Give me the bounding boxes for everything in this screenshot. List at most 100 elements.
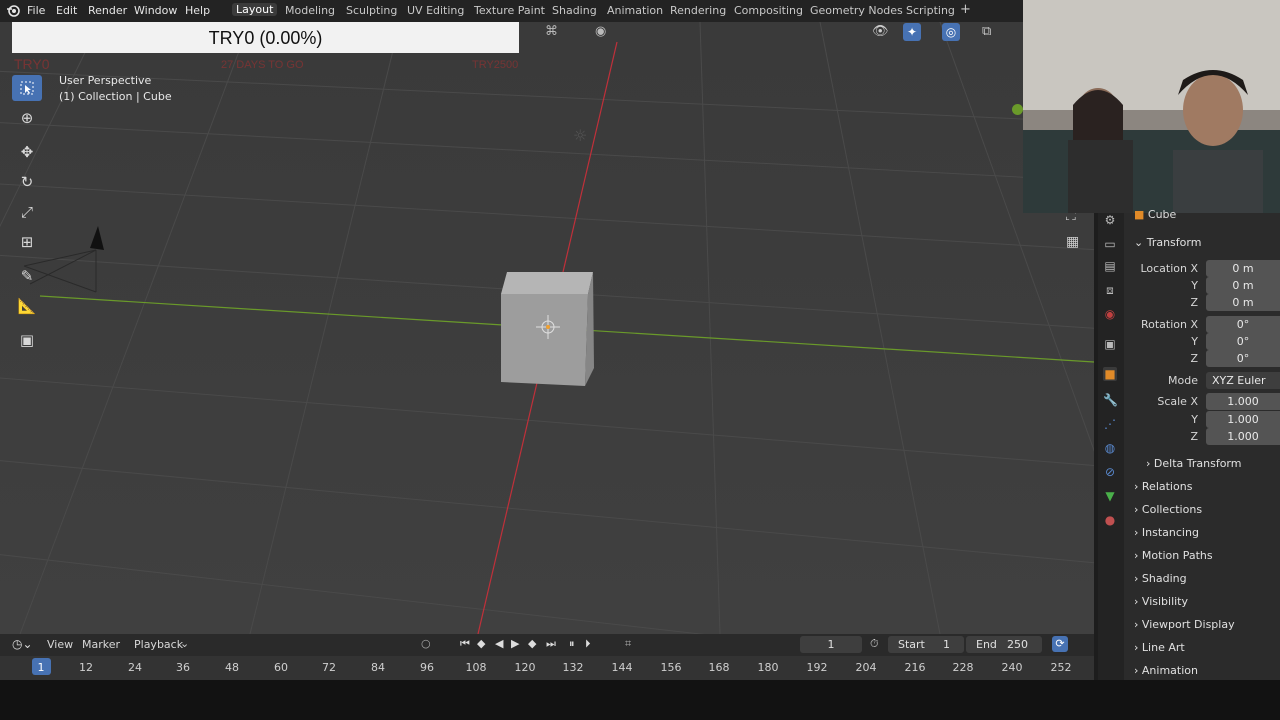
collections-header[interactable]: › Collections	[1134, 503, 1202, 516]
timeline-marker-menu[interactable]: Marker	[82, 638, 120, 651]
shading-header[interactable]: › Shading	[1134, 572, 1187, 585]
location-z-field[interactable]: 0 m	[1206, 294, 1280, 311]
add-cube-tool[interactable]: ▣	[12, 327, 42, 353]
object-name-field[interactable]: ■ Cube	[1134, 208, 1176, 221]
view-layer-tab-icon[interactable]: ⧈	[1103, 283, 1117, 297]
snap-icon[interactable]: ⌘	[545, 24, 558, 39]
timeline-view-menu[interactable]: View	[47, 638, 73, 651]
timeline-tick-label: 48	[225, 661, 239, 674]
3d-viewport[interactable]: ☼ User Perspective (1) Collection | Cube…	[0, 22, 1094, 634]
cursor-tool[interactable]: ⊕	[12, 105, 42, 131]
scale-tool[interactable]: ⤢	[12, 199, 42, 225]
output-tab-icon[interactable]: ▤	[1103, 259, 1117, 273]
add-workspace-button[interactable]: +	[960, 2, 971, 17]
transform-icon: ⊞	[20, 233, 34, 251]
tab-sculpting[interactable]: Sculpting	[346, 4, 397, 17]
constraints-tab-icon[interactable]: ⊘	[1103, 465, 1117, 479]
next-keyframe-icon[interactable]: ◆	[528, 637, 536, 650]
chevron-right-icon: ›	[1134, 480, 1142, 493]
tab-shading[interactable]: Shading	[552, 4, 597, 17]
move-tool[interactable]: ✥	[12, 139, 42, 165]
tab-layout[interactable]: Layout	[232, 3, 278, 16]
rotate-tool[interactable]: ↻	[12, 169, 42, 195]
keying-set-icon[interactable]: ⌗	[625, 637, 631, 651]
transform-panel-header[interactable]: ⌄ Transform	[1134, 236, 1201, 249]
ortho-toggle-icon[interactable]: ▦	[1066, 234, 1079, 250]
nav-gizmo-dot[interactable]	[1012, 104, 1023, 115]
prev-keyframe-icon[interactable]: ◆	[477, 637, 485, 650]
preview-range-icon[interactable]: ⏱	[870, 637, 879, 651]
menu-file[interactable]: File	[27, 4, 45, 17]
stream-banner: TRY0 (0.00%)	[12, 22, 519, 53]
motion-paths-header[interactable]: › Motion Paths	[1134, 549, 1213, 562]
physics-tab-icon[interactable]: ◍	[1103, 441, 1117, 455]
current-frame-field[interactable]: 1	[800, 636, 862, 653]
measure-tool[interactable]: 📐	[12, 293, 42, 319]
particles-tab-icon[interactable]: ⋰	[1103, 417, 1117, 431]
rotation-z-field[interactable]: 0°	[1206, 350, 1280, 367]
visibility-icon[interactable]: 👁	[872, 24, 889, 39]
menu-render[interactable]: Render	[88, 4, 127, 17]
menu-help[interactable]: Help	[185, 4, 210, 17]
scale-y-field[interactable]: 1.000	[1206, 411, 1280, 428]
timeline-scrubber[interactable]	[0, 656, 1094, 680]
line-art-header[interactable]: › Line Art	[1134, 641, 1185, 654]
material-tab-icon[interactable]: ●	[1103, 513, 1117, 527]
overlays-toggle-icon[interactable]: ◎	[942, 23, 960, 41]
tool-tab-icon[interactable]: ⚙	[1103, 213, 1117, 227]
scale-x-field[interactable]: 1.000	[1206, 393, 1280, 410]
select-box-tool[interactable]	[12, 75, 42, 101]
instancing-header[interactable]: › Instancing	[1134, 526, 1199, 539]
tab-animation[interactable]: Animation	[607, 4, 663, 17]
proportional-edit-icon[interactable]: ◉	[595, 24, 606, 39]
gizmo-toggle-icon[interactable]: ✦	[903, 23, 921, 41]
delta-transform-header[interactable]: › Delta Transform	[1146, 457, 1241, 470]
location-x-field[interactable]: 0 m	[1206, 260, 1280, 277]
auto-keying-icon[interactable]: ○	[421, 637, 431, 650]
rotation-x-field[interactable]: 0°	[1206, 316, 1280, 333]
next-frame-icon[interactable]: ⏵	[585, 637, 591, 651]
data-tab-icon[interactable]: ▼	[1103, 489, 1117, 503]
menu-window[interactable]: Window	[134, 4, 177, 17]
viewport-display-header[interactable]: › Viewport Display	[1134, 618, 1235, 631]
scene-tab-icon[interactable]: ◉	[1103, 307, 1117, 321]
timeline-tick-label: 1	[37, 661, 45, 674]
blender-logo-icon[interactable]	[6, 4, 20, 18]
tab-uv-editing[interactable]: UV Editing	[407, 4, 464, 17]
timeline-tick-label: 204	[855, 661, 877, 674]
play-reverse-icon[interactable]: ◀	[495, 637, 503, 650]
tab-modeling[interactable]: Modeling	[285, 4, 335, 17]
tab-geometry-nodes[interactable]: Geometry Nodes	[810, 4, 903, 17]
end-frame-field[interactable]: End 250	[966, 636, 1042, 653]
editor-type-icon[interactable]: ◷⌄	[12, 637, 33, 651]
rotation-y-field[interactable]: 0°	[1206, 333, 1280, 350]
prev-frame-icon[interactable]: ⏸	[569, 637, 575, 651]
object-tab-icon[interactable]: ■	[1103, 367, 1117, 381]
sync-mode-icon[interactable]: ⟳	[1052, 636, 1068, 652]
relations-header[interactable]: › Relations	[1134, 480, 1192, 493]
light-object-icon[interactable]: ☼	[573, 126, 587, 145]
menu-edit[interactable]: Edit	[56, 4, 77, 17]
tab-compositing[interactable]: Compositing	[734, 4, 803, 17]
tab-rendering[interactable]: Rendering	[670, 4, 726, 17]
render-tab-icon[interactable]: ▭	[1103, 237, 1117, 251]
rotation-mode-dropdown[interactable]: XYZ Euler	[1206, 372, 1280, 389]
annotate-tool[interactable]: ✎	[12, 263, 42, 289]
play-icon[interactable]: ▶	[511, 637, 519, 650]
rotate-icon: ↻	[20, 173, 34, 191]
jump-end-icon[interactable]: ⏭	[546, 637, 556, 651]
xray-icon[interactable]: ⧉	[982, 24, 991, 39]
transform-tool[interactable]: ⊞	[12, 229, 42, 255]
tab-texture-paint[interactable]: Texture Paint	[474, 4, 545, 17]
timeline-playback-menu[interactable]: Playback	[134, 638, 183, 651]
visibility-header[interactable]: › Visibility	[1134, 595, 1188, 608]
world-tab-icon[interactable]: ▣	[1103, 337, 1117, 351]
start-frame-field[interactable]: Start 1	[888, 636, 964, 653]
jump-start-icon[interactable]: ⏮	[460, 637, 470, 651]
location-y-field[interactable]: 0 m	[1206, 277, 1280, 294]
scale-z-field[interactable]: 1.000	[1206, 428, 1280, 445]
modifier-tab-icon[interactable]: 🔧	[1103, 393, 1118, 407]
cube-object[interactable]	[495, 268, 600, 390]
animation-header[interactable]: › Animation	[1134, 664, 1198, 677]
tab-scripting[interactable]: Scripting	[906, 4, 955, 17]
